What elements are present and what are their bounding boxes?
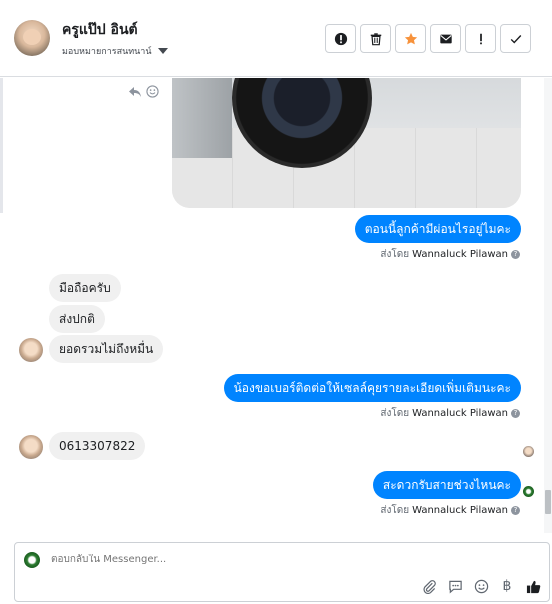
incoming-message[interactable]: ส่งปกติ — [49, 305, 105, 333]
help-icon[interactable]: ? — [511, 250, 520, 259]
mark-spam-button[interactable] — [325, 24, 356, 53]
mark-unread-button[interactable] — [430, 24, 461, 53]
star-icon — [404, 32, 417, 44]
seen-avatar — [523, 486, 534, 497]
message-thread[interactable]: ตอนนี้ลูกค้ามีผ่อนไรอยู่ไมคะ ส่งโดย Wann… — [0, 78, 544, 533]
alert-circle-icon — [334, 32, 347, 45]
help-icon[interactable]: ? — [511, 409, 520, 418]
smiley-icon[interactable] — [146, 85, 159, 98]
incoming-message[interactable]: มือถือครับ — [49, 274, 121, 302]
contact-avatar[interactable] — [14, 20, 50, 56]
incoming-message[interactable]: ยอดรวมไม่ถึงหมื่น — [49, 335, 164, 363]
help-icon[interactable]: ? — [511, 506, 520, 515]
baht-icon[interactable]: ฿ — [499, 578, 515, 594]
contact-name[interactable]: ครูแป๊ป อินต์ — [62, 19, 138, 41]
outgoing-message[interactable]: สะดวกรับสายช่วงไหนคะ — [372, 471, 521, 499]
outgoing-message[interactable]: ตอนนี้ลูกค้ามีผ่อนไรอยู่ไมคะ — [354, 215, 521, 243]
trash-icon — [370, 32, 381, 45]
envelope-icon — [439, 34, 452, 43]
scrollbar-thumb[interactable] — [545, 490, 551, 514]
thumbs-up-icon[interactable] — [525, 578, 541, 594]
outgoing-message[interactable]: น้องขอเบอร์ติดต่อให้เซลล์คุยรายละเอียดเพ… — [223, 374, 521, 402]
composer-toolbar: ฿ — [421, 578, 541, 594]
check-icon — [510, 34, 521, 44]
conversation-header: ครูแป๊ป อินต์ มอบหมายการสนทนาน์ — [0, 0, 552, 77]
conversation-actions — [325, 24, 531, 53]
exclamation-icon — [479, 33, 482, 44]
incoming-message[interactable]: 0613307822 — [49, 432, 146, 460]
thread-scrollbar[interactable] — [544, 78, 552, 533]
chat-bubble-icon[interactable] — [447, 578, 463, 594]
sent-by-label: ส่งโดย Wannaluck Pilawan ? — [380, 503, 520, 518]
shared-photo-attachment[interactable] — [172, 78, 521, 208]
sent-by-label: ส่งโดย Wannaluck Pilawan ? — [380, 406, 520, 421]
assign-label: มอบหมายการสนทนาน์ — [62, 47, 152, 57]
page-avatar — [24, 552, 40, 568]
reply-icon[interactable] — [128, 86, 142, 98]
reply-input[interactable] — [51, 554, 451, 565]
mark-important-button[interactable] — [465, 24, 496, 53]
sender-name[interactable]: Wannaluck Pilawan — [412, 408, 508, 419]
caret-down-icon — [157, 48, 168, 54]
customer-avatar[interactable] — [19, 338, 43, 362]
message-reactions — [128, 85, 159, 98]
assign-conversation-dropdown[interactable]: มอบหมายการสนทนาน์ — [62, 44, 168, 58]
sender-name[interactable]: Wannaluck Pilawan — [412, 505, 508, 516]
paperclip-icon[interactable] — [421, 578, 437, 594]
emoji-icon[interactable] — [473, 578, 489, 594]
reply-composer: ฿ — [14, 542, 550, 602]
delete-button[interactable] — [360, 24, 391, 53]
star-button[interactable] — [395, 24, 426, 53]
sender-name[interactable]: Wannaluck Pilawan — [412, 249, 508, 260]
customer-avatar[interactable] — [19, 435, 43, 459]
seen-avatar — [523, 446, 534, 457]
mark-done-button[interactable] — [500, 24, 531, 53]
sent-by-label: ส่งโดย Wannaluck Pilawan ? — [380, 247, 520, 262]
